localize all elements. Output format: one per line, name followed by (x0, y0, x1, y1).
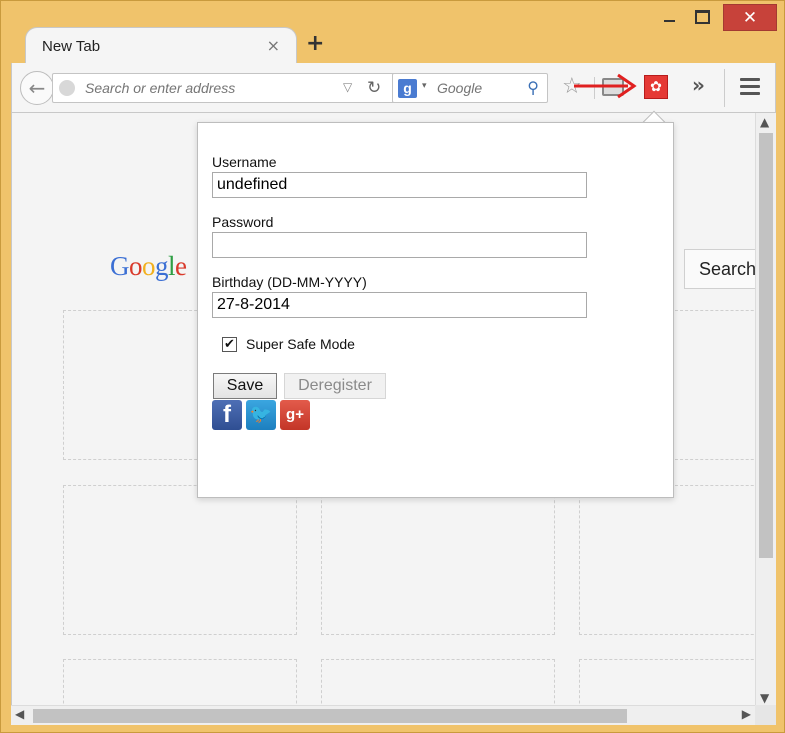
logo-letter: g (155, 251, 169, 281)
google-engine-icon[interactable]: g (398, 79, 417, 98)
new-tab-button[interactable]: + (306, 31, 324, 56)
hamburger-menu-icon[interactable] (740, 78, 760, 99)
twitter-icon[interactable]: 🐦 (246, 400, 276, 430)
logo-letter: l (168, 251, 176, 281)
scroll-up-icon[interactable]: ▲ (760, 115, 769, 129)
close-icon: ✕ (742, 7, 758, 28)
search-icon[interactable]: ⚲ (527, 78, 539, 97)
username-field[interactable] (212, 172, 587, 198)
tab-new-tab[interactable]: New Tab × (25, 27, 297, 65)
reload-icon[interactable]: ↻ (367, 78, 381, 98)
password-label: Password (212, 214, 274, 230)
address-bar[interactable]: ▽ ↻ (52, 73, 396, 103)
globe-icon (59, 80, 75, 96)
navigation-toolbar: ← ▽ ↻ g ▾ ⚲ ☆ ✿ » (11, 63, 776, 113)
thumbnail-tile[interactable] (63, 485, 297, 635)
google-logo: Google (110, 251, 187, 282)
logo-letter: Google (110, 251, 187, 281)
username-label: Username (212, 154, 277, 170)
birthday-label: Birthday (DD-MM-YYYY) (212, 274, 367, 290)
extension-button[interactable]: ✿ (644, 75, 668, 99)
super-safe-checkbox[interactable]: ✔ (222, 337, 237, 352)
tab-label: New Tab (42, 38, 101, 55)
horizontal-scroll-thumb[interactable] (33, 709, 627, 723)
close-window-button[interactable]: ✕ (723, 4, 777, 31)
google-plus-icon[interactable]: g+ (280, 400, 310, 430)
extension-popup: Username Password Birthday (DD-MM-YYYY) … (197, 122, 674, 498)
thumbnail-tile[interactable] (579, 659, 755, 705)
deregister-button[interactable]: Deregister (284, 373, 386, 399)
birthday-field[interactable] (212, 292, 587, 318)
search-bar[interactable]: g ▾ ⚲ (392, 73, 548, 103)
search-input[interactable] (435, 78, 519, 98)
maximize-button[interactable] (689, 5, 715, 29)
annotation-arrow-icon (574, 73, 637, 99)
vertical-scrollbar[interactable]: ▲ ▼ (755, 113, 776, 705)
thumbnail-tile[interactable] (579, 485, 755, 635)
vertical-scroll-thumb[interactable] (759, 133, 773, 558)
logo-letter: G (110, 251, 130, 281)
logo-letter: e (175, 251, 187, 281)
scroll-right-icon[interactable]: ▶ (742, 707, 751, 721)
horizontal-scrollbar[interactable]: ◀ ▶ (11, 705, 755, 725)
tab-close-icon[interactable]: × (267, 36, 280, 55)
minimize-button[interactable] (656, 5, 682, 29)
facebook-icon[interactable]: f (212, 400, 242, 430)
overflow-chevron-icon[interactable]: » (692, 73, 705, 97)
browser-window: ✕ New Tab × + ← ▽ ↻ g ▾ ⚲ ☆ ✿ » (0, 0, 785, 733)
password-field[interactable] (212, 232, 587, 258)
logo-letter: o (129, 251, 143, 281)
history-dropdown-icon[interactable]: ▽ (343, 80, 352, 94)
save-button[interactable]: Save (213, 373, 277, 399)
thumbnail-tile[interactable] (321, 485, 555, 635)
engine-dropdown-icon[interactable]: ▾ (422, 81, 427, 91)
toolbar-separator (724, 69, 725, 107)
back-button[interactable]: ← (20, 71, 54, 105)
scroll-left-icon[interactable]: ◀ (15, 707, 24, 721)
address-input[interactable] (83, 78, 333, 98)
scrollbar-corner (755, 705, 776, 725)
super-safe-label: Super Safe Mode (246, 336, 355, 352)
logo-letter: o (142, 251, 156, 281)
google-search-button[interactable]: Search (684, 249, 755, 289)
back-arrow-icon: ← (28, 76, 46, 100)
thumbnail-tile[interactable] (321, 659, 555, 705)
thumbnail-tile[interactable] (63, 659, 297, 705)
scroll-down-icon[interactable]: ▼ (760, 691, 769, 705)
